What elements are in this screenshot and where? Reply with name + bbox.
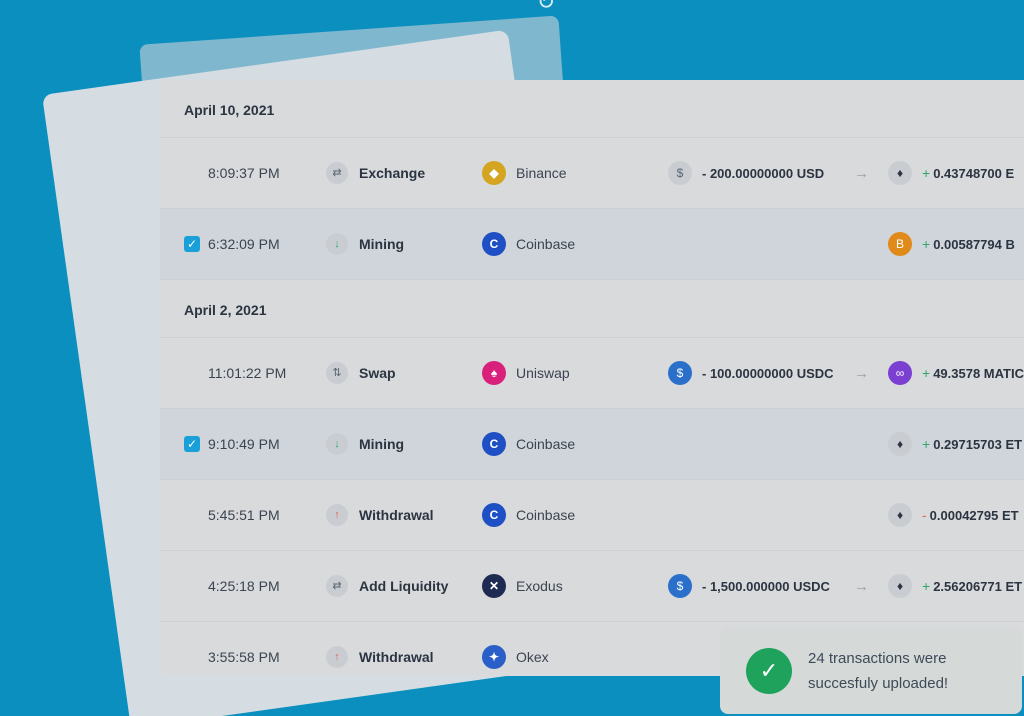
okex-icon: ✦ bbox=[482, 645, 506, 669]
to-sign: + bbox=[922, 578, 931, 594]
from-amount-cell: $ - 200.00000000 USD bbox=[668, 161, 824, 185]
dollar-icon: $ bbox=[668, 161, 692, 185]
check-circle-icon: ✓ bbox=[746, 648, 792, 694]
row-checkbox[interactable]: ✓ bbox=[184, 236, 200, 252]
coinbase-icon: C bbox=[482, 432, 506, 456]
to-amount-cell: ♦ + 0.43748700 E bbox=[888, 161, 1014, 185]
swap-icon: ⇅ bbox=[326, 362, 348, 384]
transaction-time: 4:25:18 PM bbox=[208, 578, 280, 594]
toast-line-1: 24 transactions were bbox=[808, 650, 947, 667]
to-sign: + bbox=[922, 236, 931, 252]
to-amount: 49.3578 MATIC bbox=[933, 365, 1024, 381]
exodus-icon: ✕ bbox=[482, 574, 506, 598]
transaction-type: Exchange bbox=[359, 165, 426, 181]
usdc-icon: $ bbox=[668, 574, 692, 598]
to-amount: 0.29715703 ET bbox=[933, 436, 1023, 452]
to-amount-cell: ♦ + 0.29715703 ET bbox=[888, 432, 1022, 456]
transaction-time: 6:32:09 PM bbox=[208, 236, 280, 252]
toast-message: 24 transactions were succesfuly uploaded… bbox=[808, 646, 948, 696]
transaction-type: Withdrawal bbox=[359, 507, 434, 523]
to-sign: + bbox=[922, 165, 931, 181]
btc-icon: B bbox=[888, 232, 912, 256]
transaction-row[interactable]: 4:25:18 PM ⇄ Add Liquidity ✕ Exodus $ - … bbox=[160, 551, 1024, 622]
eth-icon: ♦ bbox=[888, 161, 912, 185]
transaction-type: Withdrawal bbox=[359, 649, 434, 665]
from-amount-cell: $ - 1,500.000000 USDC bbox=[668, 574, 830, 598]
exchange-name: Exodus bbox=[516, 578, 563, 594]
transaction-type: Mining bbox=[359, 436, 405, 452]
row-checkbox[interactable]: ✓ bbox=[184, 436, 200, 452]
to-sign: + bbox=[922, 436, 931, 452]
exchange-icon: ⇄ bbox=[326, 162, 348, 184]
date-header: April 2, 2021 bbox=[160, 280, 1024, 338]
transaction-row[interactable]: ✓ 9:10:49 PM ↓ Mining C Coinbase ♦ + 0.2… bbox=[160, 409, 1024, 480]
transaction-time: 8:09:37 PM bbox=[208, 165, 280, 181]
exchange-name: Coinbase bbox=[516, 436, 576, 452]
usdc-icon: $ bbox=[668, 361, 692, 385]
transaction-time: 5:45:51 PM bbox=[208, 507, 280, 523]
to-amount: 2.56206771 ET bbox=[933, 578, 1023, 594]
refresh-icon[interactable]: ↻ bbox=[530, 0, 562, 18]
to-amount-cell: B + 0.00587794 B bbox=[888, 232, 1015, 256]
toast-line-2: succesfuly uploaded! bbox=[808, 675, 949, 692]
transaction-time: 11:01:22 PM bbox=[208, 365, 287, 381]
eth-icon: ♦ bbox=[888, 432, 912, 456]
transaction-type: Add Liquidity bbox=[359, 578, 449, 594]
upload-success-toast: ✓ 24 transactions were succesfuly upload… bbox=[720, 628, 1022, 714]
arrow-right-icon: → bbox=[854, 164, 869, 182]
up-arrow-icon: ↑ bbox=[326, 504, 348, 526]
transaction-row[interactable]: 5:45:51 PM ↑ Withdrawal C Coinbase ♦ - 0… bbox=[160, 480, 1024, 551]
transaction-type: Mining bbox=[359, 236, 405, 252]
down-arrow-icon: ↓ bbox=[326, 433, 348, 455]
exchange-icon: ⇄ bbox=[326, 575, 348, 597]
to-amount: 0.00587794 B bbox=[933, 236, 1015, 252]
from-amount: - 100.00000000 USDC bbox=[702, 365, 834, 381]
down-arrow-icon: ↓ bbox=[326, 233, 348, 255]
transaction-time: 3:55:58 PM bbox=[208, 649, 280, 665]
eth-icon: ♦ bbox=[888, 503, 912, 527]
uniswap-icon: ♠ bbox=[482, 361, 506, 385]
transaction-row[interactable]: 8:09:37 PM ⇄ Exchange ◆ Binance $ - 200.… bbox=[160, 138, 1024, 209]
to-amount-cell: ♦ + 2.56206771 ET bbox=[888, 574, 1022, 598]
matic-icon: ∞ bbox=[888, 361, 912, 385]
exchange-name: Coinbase bbox=[516, 507, 576, 523]
to-amount-cell: ♦ - 0.00042795 ET bbox=[888, 503, 1019, 527]
to-amount: 0.43748700 E bbox=[933, 165, 1015, 181]
eth-icon: ♦ bbox=[888, 574, 912, 598]
to-amount: 0.00042795 ET bbox=[929, 507, 1019, 523]
exchange-name: Okex bbox=[516, 649, 549, 665]
transaction-type: Swap bbox=[359, 365, 396, 381]
binance-icon: ◆ bbox=[482, 161, 506, 185]
exchange-name: Uniswap bbox=[516, 365, 570, 381]
from-amount-cell: $ - 100.00000000 USDC bbox=[668, 361, 834, 385]
transactions-panel: April 10, 2021 8:09:37 PM ⇄ Exchange ◆ B… bbox=[160, 80, 1024, 676]
to-sign: - bbox=[922, 507, 927, 523]
arrow-right-icon: → bbox=[854, 364, 869, 382]
coinbase-icon: C bbox=[482, 232, 506, 256]
transaction-time: 9:10:49 PM bbox=[208, 436, 280, 452]
transaction-row[interactable]: ✓ 6:32:09 PM ↓ Mining C Coinbase B + 0.0… bbox=[160, 209, 1024, 280]
up-arrow-icon: ↑ bbox=[326, 646, 348, 668]
to-sign: + bbox=[922, 365, 931, 381]
arrow-right-icon: → bbox=[854, 577, 869, 595]
transaction-row[interactable]: 11:01:22 PM ⇅ Swap ♠ Uniswap $ - 100.000… bbox=[160, 338, 1024, 409]
date-header: April 10, 2021 bbox=[160, 80, 1024, 138]
to-amount-cell: ∞ + 49.3578 MATIC bbox=[888, 361, 1024, 385]
exchange-name: Coinbase bbox=[516, 236, 576, 252]
from-amount: - 1,500.000000 USDC bbox=[702, 578, 830, 594]
from-amount: - 200.00000000 USD bbox=[702, 165, 825, 181]
coinbase-icon: C bbox=[482, 503, 506, 527]
exchange-name: Binance bbox=[516, 165, 567, 181]
